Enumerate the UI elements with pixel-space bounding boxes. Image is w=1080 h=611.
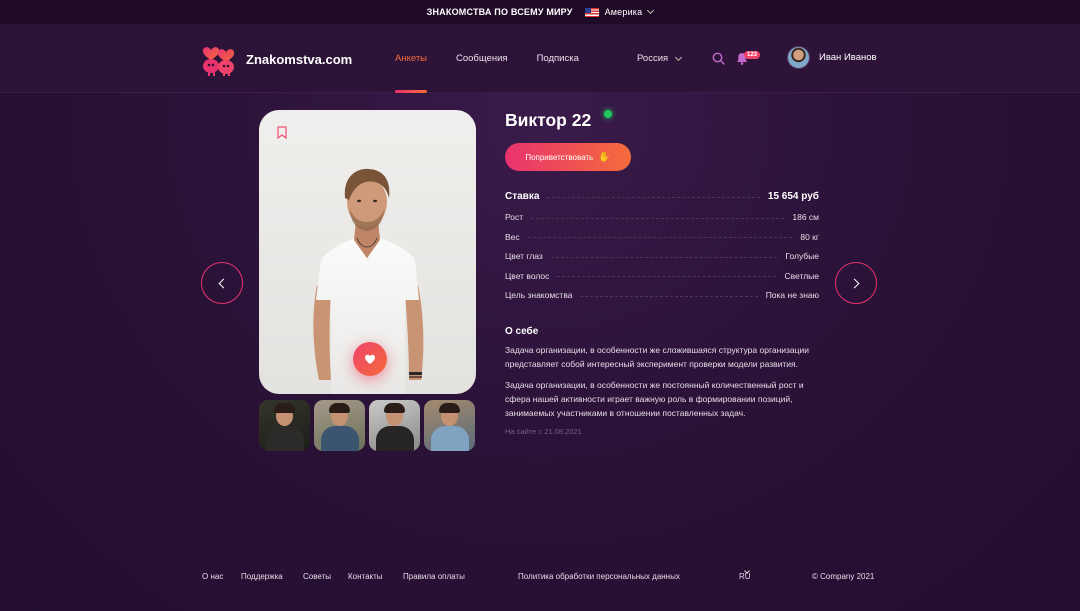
- user-name: Иван Иванов: [819, 52, 877, 63]
- country-selector[interactable]: Россия: [637, 53, 683, 64]
- about-paragraph: Задача организации, в особенности же пос…: [505, 380, 804, 418]
- country-label: Россия: [637, 53, 669, 64]
- arrow-left-icon: [218, 278, 229, 288]
- brand-name: Znakomstva.com: [246, 51, 353, 67]
- banner-title: ЗНАКОМСТВА ПО ВСЕМУ МИРУ: [426, 7, 573, 17]
- nav-profiles[interactable]: Анкеты: [395, 24, 427, 93]
- profile-name: Виктор 22: [505, 110, 592, 130]
- profile-info: Виктор 22 Поприветствовать ✋ Ставка 15 6…: [505, 110, 819, 436]
- about-paragraph: Задача организации, в особенности же сло…: [505, 345, 810, 369]
- top-banner: ЗНАКОМСТВА ПО ВСЕМУ МИРУ Америка: [0, 0, 1080, 24]
- attribute-row: Цвет волос Светлые: [505, 271, 819, 281]
- dotted-divider: [527, 237, 793, 238]
- attribute-label: Цвет глаз: [505, 251, 543, 261]
- avatar: [787, 46, 810, 69]
- region-selector[interactable]: Америка: [605, 7, 643, 17]
- notification-badge: 123: [744, 51, 761, 59]
- nav-subscription[interactable]: Подписка: [537, 24, 579, 93]
- rate-row: Ставка 15 654 руб: [505, 190, 819, 202]
- chevron-down-icon[interactable]: [647, 6, 655, 15]
- bookmark-icon[interactable]: [277, 126, 287, 139]
- attribute-label: Вес: [505, 231, 520, 242]
- heart-icon: [365, 354, 375, 364]
- user-menu[interactable]: Иван Иванов: [787, 46, 877, 69]
- logo[interactable]: Znakomstva.com: [200, 42, 352, 76]
- attribute-value: Пока не знаю: [765, 290, 819, 300]
- like-button[interactable]: [353, 342, 387, 376]
- attribute-label: Цвет волос: [505, 270, 550, 281]
- language-label: RU: [739, 572, 751, 581]
- attribute-row: Цель знакомства Пока не знаю: [505, 290, 819, 300]
- dotted-divider: [531, 217, 785, 219]
- attribute-label: Рост: [505, 212, 524, 222]
- attribute-row: Вес 80 кг: [505, 232, 819, 242]
- dotted-divider: [580, 295, 758, 297]
- online-status-indicator: [604, 110, 612, 118]
- attribute-row: Цвет глаз Голубые: [505, 251, 819, 261]
- rate-label: Ставка: [505, 190, 540, 202]
- footer-link-contacts[interactable]: Контакты: [348, 572, 383, 581]
- main-nav: Анкеты Сообщения Подписка: [395, 24, 608, 93]
- about-section: О себе Задача организации, в особенности…: [505, 326, 819, 436]
- attribute-label: Цель знакомства: [505, 290, 573, 300]
- footer-link-about[interactable]: О нас: [202, 572, 223, 581]
- us-flag-icon[interactable]: [584, 7, 599, 17]
- dotted-divider: [547, 196, 760, 198]
- attribute-row: Рост 186 см: [505, 212, 819, 222]
- dotted-divider: [557, 276, 777, 277]
- about-heading: О себе: [505, 326, 539, 337]
- dotted-divider: [550, 256, 778, 258]
- site-footer: О нас Поддержка Советы Контакты Правила …: [0, 568, 1080, 586]
- photo-thumbnails: [259, 400, 479, 451]
- greet-button[interactable]: Поприветствовать ✋: [505, 143, 631, 171]
- footer-link-privacy[interactable]: Политика обработки персональных данных: [518, 572, 680, 581]
- footer-link-support[interactable]: Поддержка: [241, 572, 283, 581]
- next-profile-button[interactable]: [835, 262, 877, 304]
- profile-photo: [259, 110, 476, 394]
- logo-icon: [202, 47, 235, 76]
- attribute-value: 80 кг: [800, 231, 819, 242]
- search-icon[interactable]: [712, 52, 725, 65]
- photo-thumbnail[interactable]: [369, 400, 420, 451]
- profile-attributes: Ставка 15 654 руб Рост 186 см Вес 80 кг …: [505, 190, 819, 310]
- arrow-right-icon: [849, 278, 860, 288]
- greet-button-label: Поприветствовать: [525, 152, 594, 162]
- copyright: © Company 2021: [812, 572, 875, 581]
- chevron-down-icon: [675, 53, 683, 61]
- footer-link-payment-rules[interactable]: Правила оплаты: [403, 572, 465, 581]
- site-header: Znakomstva.com Анкеты Сообщения Подписка…: [0, 24, 1080, 93]
- footer-link-tips[interactable]: Советы: [303, 572, 331, 581]
- photo-thumbnail[interactable]: [314, 400, 365, 451]
- rate-value: 15 654 руб: [767, 190, 819, 202]
- attribute-value: Голубые: [785, 251, 819, 261]
- member-since: На сайте с 21.08.2021: [505, 427, 582, 436]
- attribute-value: 186 см: [792, 212, 819, 222]
- photo-thumbnail[interactable]: [259, 400, 310, 451]
- prev-profile-button[interactable]: [201, 262, 243, 304]
- wave-hand-icon: ✋: [598, 151, 611, 163]
- photo-thumbnail[interactable]: [424, 400, 475, 451]
- nav-messages[interactable]: Сообщения: [456, 24, 508, 93]
- attribute-value: Светлые: [784, 270, 819, 281]
